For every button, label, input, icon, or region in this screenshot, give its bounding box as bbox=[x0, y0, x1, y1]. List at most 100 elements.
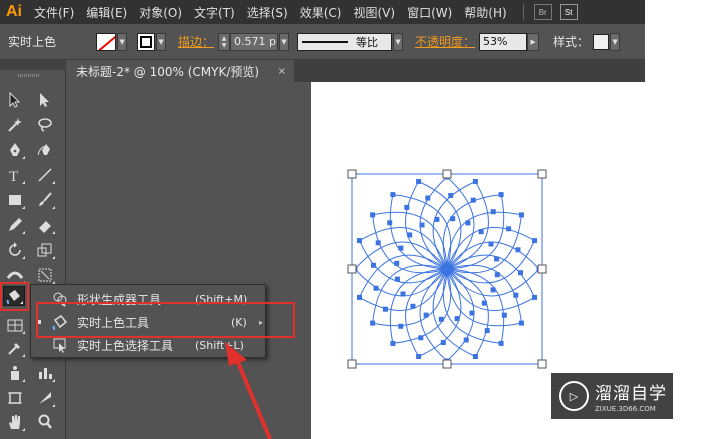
opacity-field[interactable]: 53% bbox=[479, 32, 528, 51]
anchor-point bbox=[357, 294, 362, 300]
resize-handle[interactable] bbox=[347, 169, 357, 179]
document-tab-bar: 未标题-2* @ 100% (CMYK/预览) × bbox=[66, 60, 645, 82]
style-dropdown-icon[interactable]: ▼ bbox=[610, 32, 621, 51]
anchor-point bbox=[532, 238, 537, 244]
stroke-weight-field[interactable]: 0.571 p bbox=[230, 32, 279, 51]
anchor-point bbox=[488, 241, 494, 247]
panel-handle[interactable] bbox=[18, 74, 40, 77]
panel-grip[interactable] bbox=[0, 60, 66, 70]
resize-handle[interactable] bbox=[537, 264, 547, 274]
line-segment-tool-icon[interactable] bbox=[34, 165, 56, 185]
pen-tool-icon[interactable] bbox=[4, 140, 26, 160]
profile-label: 等比 bbox=[356, 35, 379, 49]
menu-file[interactable]: 文件(F) bbox=[28, 4, 80, 21]
menu-effect[interactable]: 效果(C) bbox=[294, 4, 348, 21]
opacity-slider-icon[interactable]: ▶ bbox=[527, 32, 540, 51]
resize-handle[interactable] bbox=[537, 169, 547, 179]
menu-select[interactable]: 选择(S) bbox=[241, 4, 294, 21]
watermark-subtitle: ZIXUE.3D66.COM bbox=[595, 405, 656, 413]
anchor-point bbox=[370, 320, 376, 326]
rotate-tool-icon[interactable] bbox=[4, 240, 26, 260]
menu-type[interactable]: 文字(T) bbox=[188, 4, 241, 21]
resize-handle[interactable] bbox=[347, 359, 357, 369]
selection-tool-icon[interactable] bbox=[4, 90, 26, 110]
stock-button[interactable]: St bbox=[559, 4, 578, 20]
line-preview bbox=[302, 40, 349, 43]
lasso-tool-icon[interactable] bbox=[34, 115, 56, 135]
anchor-point bbox=[370, 212, 376, 218]
app-logo: Ai bbox=[6, 3, 22, 20]
style-swatch[interactable] bbox=[593, 33, 610, 50]
illustrator-window: Ai 文件(F) 编辑(E) 对象(O) 文字(T) 选择(S) 效果(C) 视… bbox=[0, 0, 713, 439]
anchor-point bbox=[416, 354, 422, 359]
resize-handle[interactable] bbox=[442, 169, 452, 179]
anchor-point bbox=[518, 212, 524, 218]
curvature-tool-icon[interactable] bbox=[34, 140, 56, 160]
bridge-button[interactable]: Br bbox=[533, 4, 552, 20]
anchor-point bbox=[498, 192, 504, 198]
resize-handle[interactable] bbox=[347, 264, 357, 274]
anchor-point bbox=[390, 192, 396, 198]
paintbrush-tool-icon[interactable] bbox=[34, 190, 56, 210]
anchor-point bbox=[501, 312, 507, 318]
slice-tool-icon[interactable] bbox=[34, 388, 56, 408]
menu-edit[interactable]: 编辑(E) bbox=[80, 4, 133, 21]
stroke-swatch[interactable] bbox=[137, 32, 156, 51]
current-tool-label: 实时上色 bbox=[8, 35, 57, 49]
resize-handle[interactable] bbox=[442, 359, 452, 369]
svg-text:T: T bbox=[9, 169, 18, 184]
profile-dropdown-icon[interactable]: ▼ bbox=[393, 32, 404, 51]
anchor-point bbox=[390, 340, 396, 346]
red-arrow-icon bbox=[225, 342, 272, 439]
anchor-point bbox=[498, 340, 504, 346]
stroke-weight-value: 0.571 bbox=[234, 35, 266, 48]
close-icon[interactable]: × bbox=[278, 66, 286, 77]
live-paint-selection-icon bbox=[51, 336, 69, 354]
variable-width-profile[interactable]: 等比 bbox=[297, 32, 393, 51]
stroke-dropdown-icon[interactable]: ▼ bbox=[156, 32, 167, 51]
magic-wand-tool-icon[interactable] bbox=[4, 115, 26, 135]
menu-object[interactable]: 对象(O) bbox=[133, 4, 188, 21]
anchor-point bbox=[398, 323, 404, 329]
opacity-label[interactable]: 不透明度： bbox=[415, 33, 475, 50]
rectangle-tool-icon[interactable] bbox=[4, 190, 26, 210]
anchor-point bbox=[416, 179, 422, 184]
stroke-label[interactable]: 描边： bbox=[178, 33, 214, 50]
stepper-arrows-icon[interactable]: ▲ ▼ bbox=[218, 32, 231, 51]
menu-view[interactable]: 视图(V) bbox=[347, 4, 401, 21]
highlight-box-flyout-item bbox=[36, 302, 295, 338]
document-tab[interactable]: 未标题-2* @ 100% (CMYK/预览) × bbox=[66, 60, 294, 82]
anchor-point bbox=[532, 294, 537, 300]
stroke-weight-stepper[interactable]: ▲ ▼ 0.571 p ▼ bbox=[218, 32, 290, 51]
flower-center bbox=[441, 263, 453, 275]
type-tool-icon[interactable]: T bbox=[4, 165, 26, 185]
symbol-sprayer-tool-icon[interactable] bbox=[4, 363, 26, 383]
fill-swatch[interactable] bbox=[96, 32, 117, 51]
fill-dropdown-icon[interactable]: ▼ bbox=[117, 32, 128, 51]
eraser-tool-icon[interactable] bbox=[34, 215, 56, 235]
stroke-weight-dropdown-icon[interactable]: ▼ bbox=[279, 32, 290, 51]
zoom-tool-icon[interactable] bbox=[34, 412, 56, 432]
anchor-point bbox=[515, 247, 521, 253]
hand-tool-icon[interactable] bbox=[4, 412, 26, 432]
resize-handle[interactable] bbox=[537, 359, 547, 369]
top-right-area bbox=[645, 0, 713, 82]
highlight-box-tool bbox=[0, 282, 29, 311]
anchor-point bbox=[490, 209, 496, 215]
stroke-weight-unit: p bbox=[269, 35, 277, 48]
menu-help[interactable]: 帮助(H) bbox=[458, 4, 512, 21]
direct-selection-tool-icon[interactable] bbox=[34, 90, 56, 110]
pencil-tool-icon[interactable] bbox=[4, 215, 26, 235]
column-graph-tool-icon[interactable] bbox=[34, 363, 56, 383]
anchor-point bbox=[387, 220, 393, 226]
free-transform-tool-icon[interactable] bbox=[34, 265, 56, 285]
artboard-tool-icon[interactable] bbox=[4, 388, 26, 408]
menu-window[interactable]: 窗口(W) bbox=[401, 4, 458, 21]
eyedropper-tool-icon[interactable] bbox=[4, 338, 26, 358]
document-tab-title: 未标题-2* @ 100% (CMYK/预览) bbox=[76, 64, 260, 79]
menu-bar: Ai 文件(F) 编辑(E) 对象(O) 文字(T) 选择(S) 效果(C) 视… bbox=[0, 0, 645, 24]
control-bar: 实时上色 ▼ ▼ 描边： ▲ ▼ 0.571 p ▼ 等比 ▼ 不透明度： 53%… bbox=[0, 24, 645, 60]
perspective-grid-tool-icon[interactable] bbox=[4, 315, 26, 335]
scale-tool-icon[interactable] bbox=[34, 240, 56, 260]
flyout-item-label: 实时上色选择工具 bbox=[77, 338, 174, 353]
